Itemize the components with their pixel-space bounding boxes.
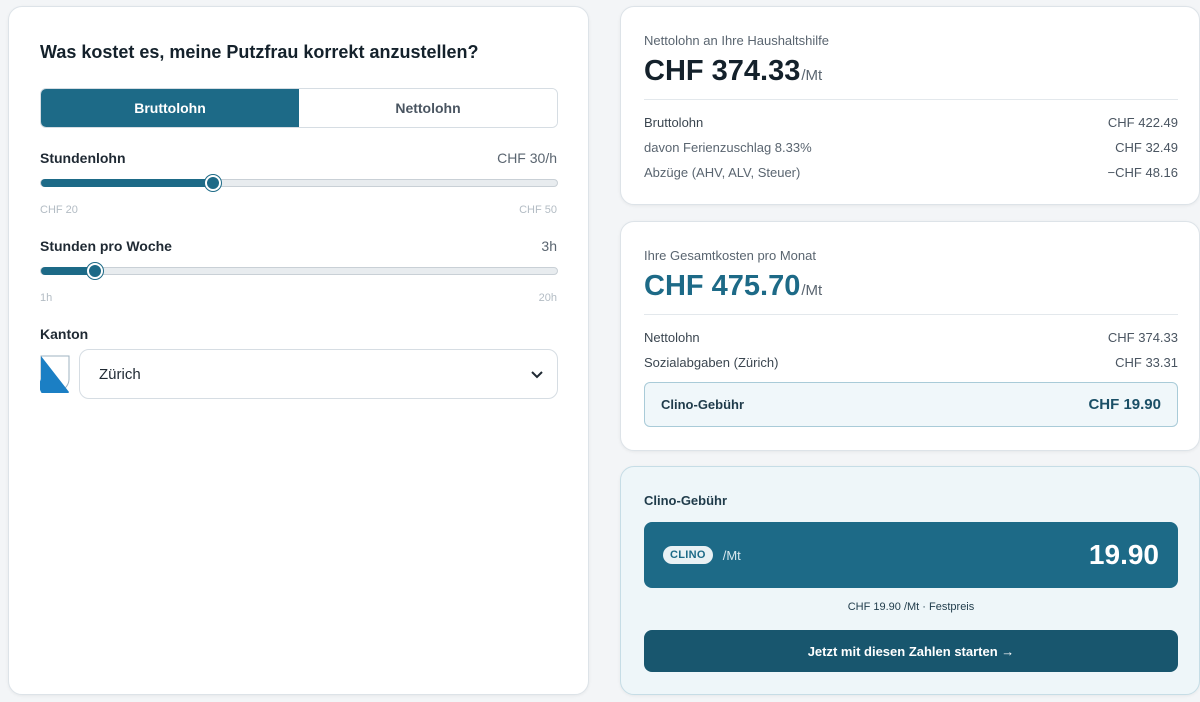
canton-label: Kanton xyxy=(40,326,89,342)
clino-fee-panel: CLINO /Mt 19.90 xyxy=(644,522,1178,588)
row-label: Bruttolohn xyxy=(644,115,704,130)
clino-fee-title: Clino-Gebühr xyxy=(644,493,728,508)
net-wage-unit: /Mt xyxy=(801,67,823,84)
hourly-wage-label: Stundenlohn xyxy=(40,150,126,166)
hourly-wage-value: CHF 30/h xyxy=(497,150,557,166)
clino-fee-label: Clino-Gebühr xyxy=(661,397,745,412)
total-cost-subtitle: Ihre Gesamtkosten pro Monat xyxy=(644,248,816,263)
total-cost-card: Ihre Gesamtkosten pro Monat CHF 475.70/M… xyxy=(620,221,1200,451)
clino-fee-per: /Mt xyxy=(722,547,741,563)
calculator-title: Was kostet es, meine Putzfrau korrekt an… xyxy=(40,42,479,62)
clino-fee-note: CHF 19.90 /Mt · Festpreis xyxy=(847,601,975,613)
divider xyxy=(644,99,1178,100)
total-cost-amount-value: CHF 475.70 xyxy=(644,270,801,302)
hours-per-week-label: Stunden pro Woche xyxy=(40,238,172,254)
hours-per-week-slider-thumb[interactable] xyxy=(87,263,103,279)
total-row-net: Nettolohn CHF 374.33 xyxy=(644,330,1178,345)
hourly-wage-slider-fill xyxy=(41,179,213,187)
row-label: Nettolohn xyxy=(644,330,700,345)
start-button[interactable]: Jetzt mit diesen Zahlen starten → xyxy=(644,630,1178,672)
net-wage-card: Nettolohn an Ihre Haushaltshilfe CHF 374… xyxy=(620,6,1200,205)
zurich-crest-icon xyxy=(40,355,70,393)
hours-per-week-min: 1h xyxy=(40,292,53,304)
hours-per-week-max: 20h xyxy=(538,292,557,304)
net-wage-amount-value: CHF 374.33 xyxy=(644,55,801,87)
divider xyxy=(644,314,1178,315)
row-label: davon Ferienzuschlag 8.33% xyxy=(644,140,812,155)
row-value: CHF 33.31 xyxy=(1115,355,1178,370)
net-row-holiday: davon Ferienzuschlag 8.33% CHF 32.49 xyxy=(644,140,1178,155)
clino-fee-value: CHF 19.90 xyxy=(1088,396,1161,413)
canton-selected-value: Zürich xyxy=(99,365,141,383)
row-value: CHF 32.49 xyxy=(1115,140,1178,155)
row-value: CHF 374.33 xyxy=(1107,330,1178,345)
hourly-wage-slider[interactable] xyxy=(40,175,558,191)
calculator-card: Was kostet es, meine Putzfrau korrekt an… xyxy=(8,6,589,695)
hours-per-week-slider[interactable] xyxy=(40,263,558,279)
chevron-down-icon xyxy=(531,366,543,382)
net-row-deductions: Abzüge (AHV, ALV, Steuer) −CHF 48.16 xyxy=(644,165,1178,180)
row-value: −CHF 48.16 xyxy=(1107,165,1178,180)
total-cost-amount: CHF 475.70/Mt xyxy=(644,270,822,303)
row-label: Abzüge (AHV, ALV, Steuer) xyxy=(644,165,801,180)
clino-fee-row: Clino-Gebühr CHF 19.90 xyxy=(644,382,1178,427)
wage-type-toggle: Bruttolohn Nettolohn xyxy=(40,88,558,128)
tab-nettolohn[interactable]: Nettolohn xyxy=(299,89,557,127)
hours-per-week-value: 3h xyxy=(541,238,557,254)
row-value: CHF 422.49 xyxy=(1107,115,1178,130)
row-label: Sozialabgaben (Zürich) xyxy=(644,355,779,370)
clino-fee-card: Clino-Gebühr CLINO /Mt 19.90 CHF 19.90 /… xyxy=(620,466,1200,695)
net-row-gross: Bruttolohn CHF 422.49 xyxy=(644,115,1178,130)
total-row-social: Sozialabgaben (Zürich) CHF 33.31 xyxy=(644,355,1178,370)
clino-fee-amount: 19.90 xyxy=(1088,539,1159,570)
net-wage-amount: CHF 374.33/Mt xyxy=(644,55,822,88)
hourly-wage-min: CHF 20 xyxy=(40,204,78,216)
total-cost-unit: /Mt xyxy=(801,282,823,299)
canton-select[interactable]: Zürich xyxy=(79,349,558,399)
tab-bruttolohn[interactable]: Bruttolohn xyxy=(41,89,299,127)
hourly-wage-max: CHF 50 xyxy=(519,204,557,216)
net-wage-subtitle: Nettolohn an Ihre Haushaltshilfe xyxy=(644,33,830,48)
clino-badge: CLINO xyxy=(663,546,713,564)
hourly-wage-slider-thumb[interactable] xyxy=(205,175,221,191)
